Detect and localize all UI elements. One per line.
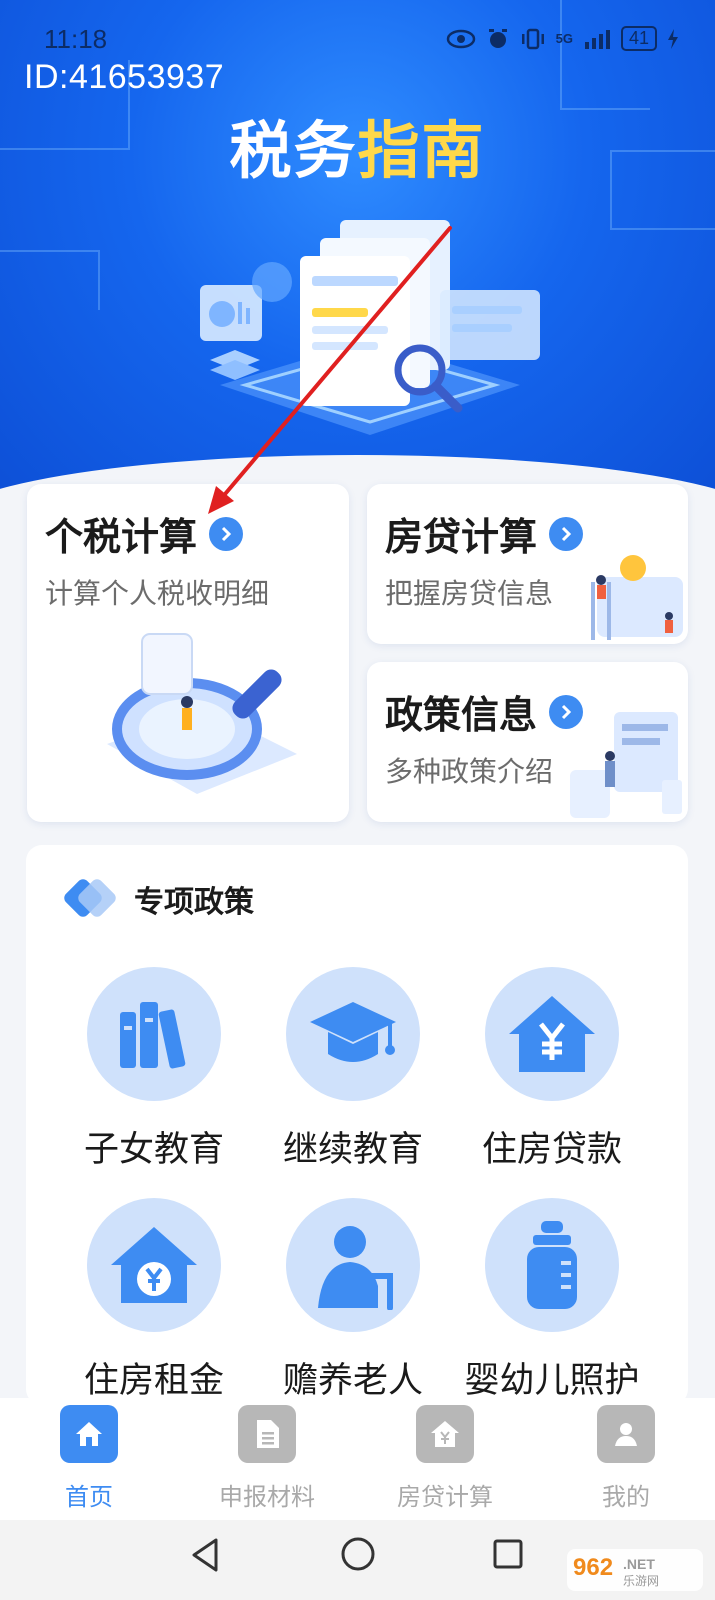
charging-icon	[668, 28, 678, 49]
policy-item-elderly-support[interactable]: 赡养老人	[253, 1198, 453, 1403]
status-time: 11:18	[44, 24, 108, 54]
svg-text:.NET: .NET	[623, 1556, 655, 1572]
section-title: 专项政策	[134, 885, 254, 920]
graduation-cap-icon	[286, 967, 420, 1101]
policy-item-child-education[interactable]: 子女教育	[54, 967, 254, 1172]
magnifier-illustration	[107, 633, 297, 794]
policy-item-continuing-education[interactable]: 继续教育	[253, 967, 453, 1172]
tab-mortgage-calc[interactable]: 房贷计算	[356, 1398, 534, 1512]
circuit-decoration	[560, 0, 650, 110]
card-title: 个税计算	[45, 506, 244, 561]
svg-text:乐游网: 乐游网	[623, 1574, 659, 1588]
wallet-illustration	[591, 555, 683, 640]
tab-declaration-materials[interactable]: 申报材料	[178, 1398, 356, 1512]
bottom-tab-bar: 首页 申报材料 房贷计算 我的	[0, 1398, 715, 1520]
tab-home[interactable]: 首页	[0, 1398, 178, 1512]
tab-label: 我的	[602, 1483, 650, 1511]
documents-illustration	[570, 712, 682, 818]
card-subtitle: 多种政策介绍	[385, 755, 554, 788]
network-type: 5G	[555, 31, 573, 46]
signal-icon	[584, 29, 610, 49]
card-title: 房贷计算	[385, 506, 584, 561]
policy-label: 住房贷款	[481, 1130, 622, 1170]
house-coin-icon	[87, 1198, 221, 1332]
document-icon	[238, 1405, 296, 1463]
battery-indicator: 41	[620, 26, 657, 51]
status-icons: 5G 41	[446, 26, 679, 51]
hero-title: 税务指南	[229, 114, 486, 187]
house-yen-icon	[416, 1405, 474, 1463]
elderly-person-icon	[286, 1198, 420, 1332]
policy-label: 赡养老人	[282, 1361, 423, 1401]
card-subtitle: 把握房贷信息	[385, 577, 554, 610]
tab-label: 首页	[65, 1483, 113, 1511]
policy-item-housing-rent[interactable]: 住房租金	[54, 1198, 254, 1403]
policy-item-infant-care[interactable]: 婴幼儿照护	[452, 1198, 652, 1403]
diamond-logo-icon	[64, 879, 116, 917]
baby-bottle-icon	[485, 1198, 619, 1332]
card-policy-info[interactable]: 政策信息 多种政策介绍	[367, 662, 688, 822]
vibrate-icon	[521, 28, 544, 49]
alarm-icon	[488, 28, 507, 48]
card-title: 政策信息	[385, 684, 584, 739]
card-mortgage-calc[interactable]: 房贷计算 把握房贷信息	[367, 484, 688, 644]
special-policies-panel: 专项政策 子女教育 继续教育 住房贷款 住房租金 赡养老人 婴幼儿照护	[26, 845, 688, 1405]
watermark-id: ID:41653937	[24, 58, 225, 96]
card-tax-calc[interactable]: 个税计算 计算个人税收明细	[27, 484, 349, 822]
svg-text:962: 962	[573, 1554, 613, 1581]
tab-label: 申报材料	[219, 1483, 315, 1511]
chevron-right-icon	[549, 516, 584, 551]
policy-label: 婴幼儿照护	[464, 1361, 640, 1401]
house-yen-icon	[485, 967, 619, 1101]
policy-label: 住房租金	[83, 1361, 224, 1401]
policy-label: 子女教育	[83, 1130, 224, 1170]
site-watermark-logo: 962 .NET 乐游网	[567, 1549, 703, 1591]
section-header: 专项政策	[58, 875, 254, 923]
policy-item-housing-loan[interactable]: 住房贷款	[452, 967, 652, 1172]
policy-label: 继续教育	[282, 1130, 423, 1170]
eye-icon	[446, 29, 475, 48]
books-icon	[87, 967, 221, 1101]
home-icon	[60, 1405, 118, 1463]
home-circle-icon[interactable]	[340, 1536, 376, 1572]
card-subtitle: 计算个人税收明细	[45, 577, 270, 610]
recent-apps-icon[interactable]	[492, 1538, 524, 1570]
tab-profile[interactable]: 我的	[537, 1398, 715, 1512]
tab-label: 房贷计算	[397, 1483, 493, 1511]
user-icon	[597, 1405, 655, 1463]
back-icon[interactable]	[188, 1536, 222, 1574]
chevron-right-icon	[209, 516, 244, 551]
hero-illustration	[200, 220, 540, 435]
circuit-decoration	[0, 250, 100, 310]
